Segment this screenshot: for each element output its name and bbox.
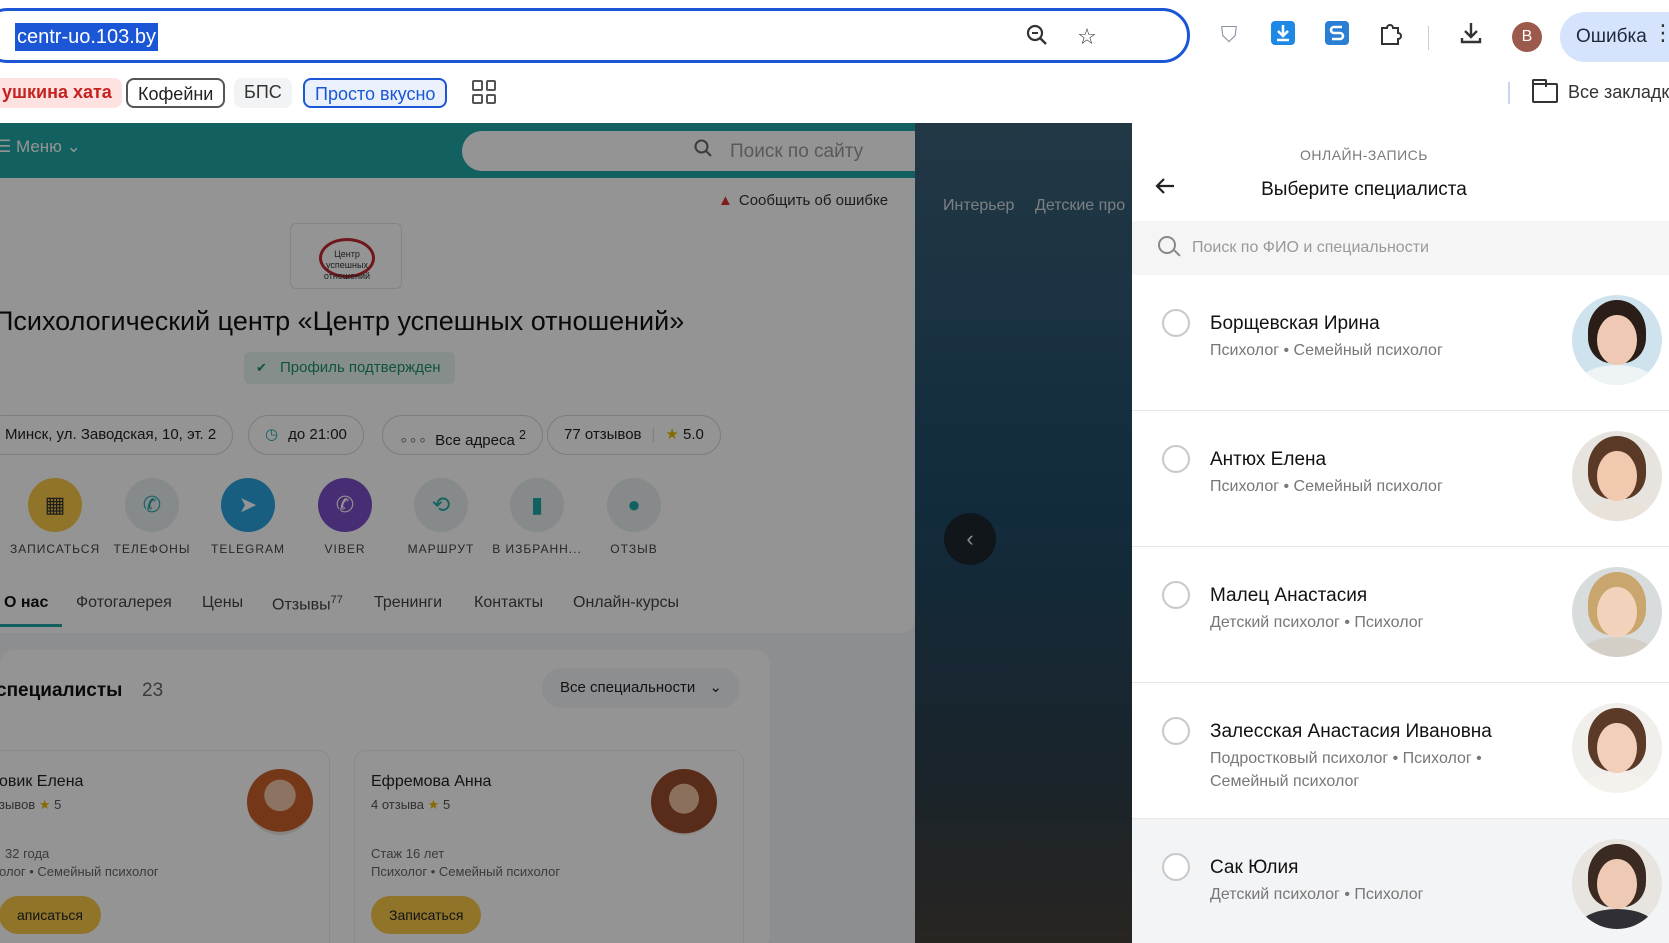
extensions-puzzle-icon[interactable] xyxy=(1376,20,1406,50)
specialist-search-input[interactable] xyxy=(1192,221,1652,275)
list-item[interactable]: Малец Анастасия Детский психолог • Психо… xyxy=(1132,547,1669,683)
radio-button[interactable] xyxy=(1162,445,1190,473)
list-item[interactable]: Залесская Анастасия Ивановна Подростковы… xyxy=(1132,683,1669,819)
specialist-specialty: Психолог • Семейный психолог xyxy=(1210,342,1443,359)
modal-backdrop[interactable] xyxy=(0,123,1132,943)
list-item[interactable]: Борщевская Ирина Психолог • Семейный пси… xyxy=(1132,275,1669,411)
browser-chrome: centr-uo.103.by ☆ ⛉ B Ошибка ⋮ ушкина ха… xyxy=(0,0,1669,123)
specialist-photo xyxy=(1572,295,1662,385)
bookmark-star-icon[interactable]: ☆ xyxy=(1073,23,1101,51)
toolbar-divider xyxy=(1428,26,1429,50)
specialist-photo xyxy=(1572,567,1662,657)
url-text[interactable]: centr-uo.103.by xyxy=(15,23,158,51)
specialist-specialty: Детский психолог • Психолог xyxy=(1210,614,1424,631)
specialist-search xyxy=(1132,221,1669,275)
folder-icon xyxy=(1532,79,1558,103)
specialist-photo xyxy=(1572,431,1662,521)
specialist-name: Сак Юлия xyxy=(1210,857,1299,878)
zoom-icon[interactable] xyxy=(1023,23,1051,51)
specialist-photo xyxy=(1572,839,1662,929)
shield-extension-icon[interactable]: ⛉ xyxy=(1214,20,1244,50)
drawer-title: Выберите специалиста xyxy=(1261,179,1467,200)
radio-button[interactable] xyxy=(1162,717,1190,745)
profile-avatar[interactable]: B xyxy=(1512,22,1542,52)
booking-drawer: ОНЛАЙН-ЗАПИСЬ Выберите специалиста Борще… xyxy=(1132,123,1669,943)
specialist-photo xyxy=(1572,703,1662,793)
s-extension-icon[interactable] xyxy=(1322,20,1352,50)
address-bar[interactable]: centr-uo.103.by ☆ xyxy=(0,8,1190,63)
specialist-name: Залесская Анастасия Ивановна xyxy=(1210,721,1492,742)
specialist-specialty: Подростковый психолог • Психолог • Семей… xyxy=(1210,750,1482,790)
specialist-specialty: Психолог • Семейный психолог xyxy=(1210,478,1443,495)
specialist-list: Борщевская Ирина Психолог • Семейный пси… xyxy=(1132,275,1669,943)
download-extension-icon[interactable] xyxy=(1268,20,1298,50)
specialist-name: Борщевская Ирина xyxy=(1210,313,1380,334)
bookmarks-divider xyxy=(1508,82,1510,104)
more-menu-icon[interactable]: ⋮ xyxy=(1652,20,1669,46)
bookmark-coffee[interactable]: Кофейни xyxy=(126,78,226,108)
radio-button[interactable] xyxy=(1162,581,1190,609)
specialist-name: Антюх Елена xyxy=(1210,449,1327,470)
bookmark-bps[interactable]: БПС xyxy=(234,78,292,108)
bookmark-1[interactable]: ушкина хата xyxy=(0,78,122,108)
list-item[interactable]: Антюх Елена Психолог • Семейный психолог xyxy=(1132,411,1669,547)
list-item[interactable]: Сак Юлия Детский психолог • Психолог xyxy=(1132,819,1669,943)
apps-grid-icon[interactable] xyxy=(472,80,496,104)
downloads-icon[interactable] xyxy=(1456,20,1486,50)
radio-button[interactable] xyxy=(1162,309,1190,337)
radio-button[interactable] xyxy=(1162,853,1190,881)
specialist-name: Малец Анастасия xyxy=(1210,585,1368,606)
bookmark-prosto-vkusno[interactable]: Просто вкусно xyxy=(303,78,448,108)
all-bookmarks[interactable]: Все закладки xyxy=(1568,82,1669,103)
drawer-kicker: ОНЛАЙН-ЗАПИСЬ xyxy=(1300,147,1428,163)
specialist-specialty: Детский психолог • Психолог xyxy=(1210,886,1424,903)
search-icon xyxy=(1158,236,1176,254)
